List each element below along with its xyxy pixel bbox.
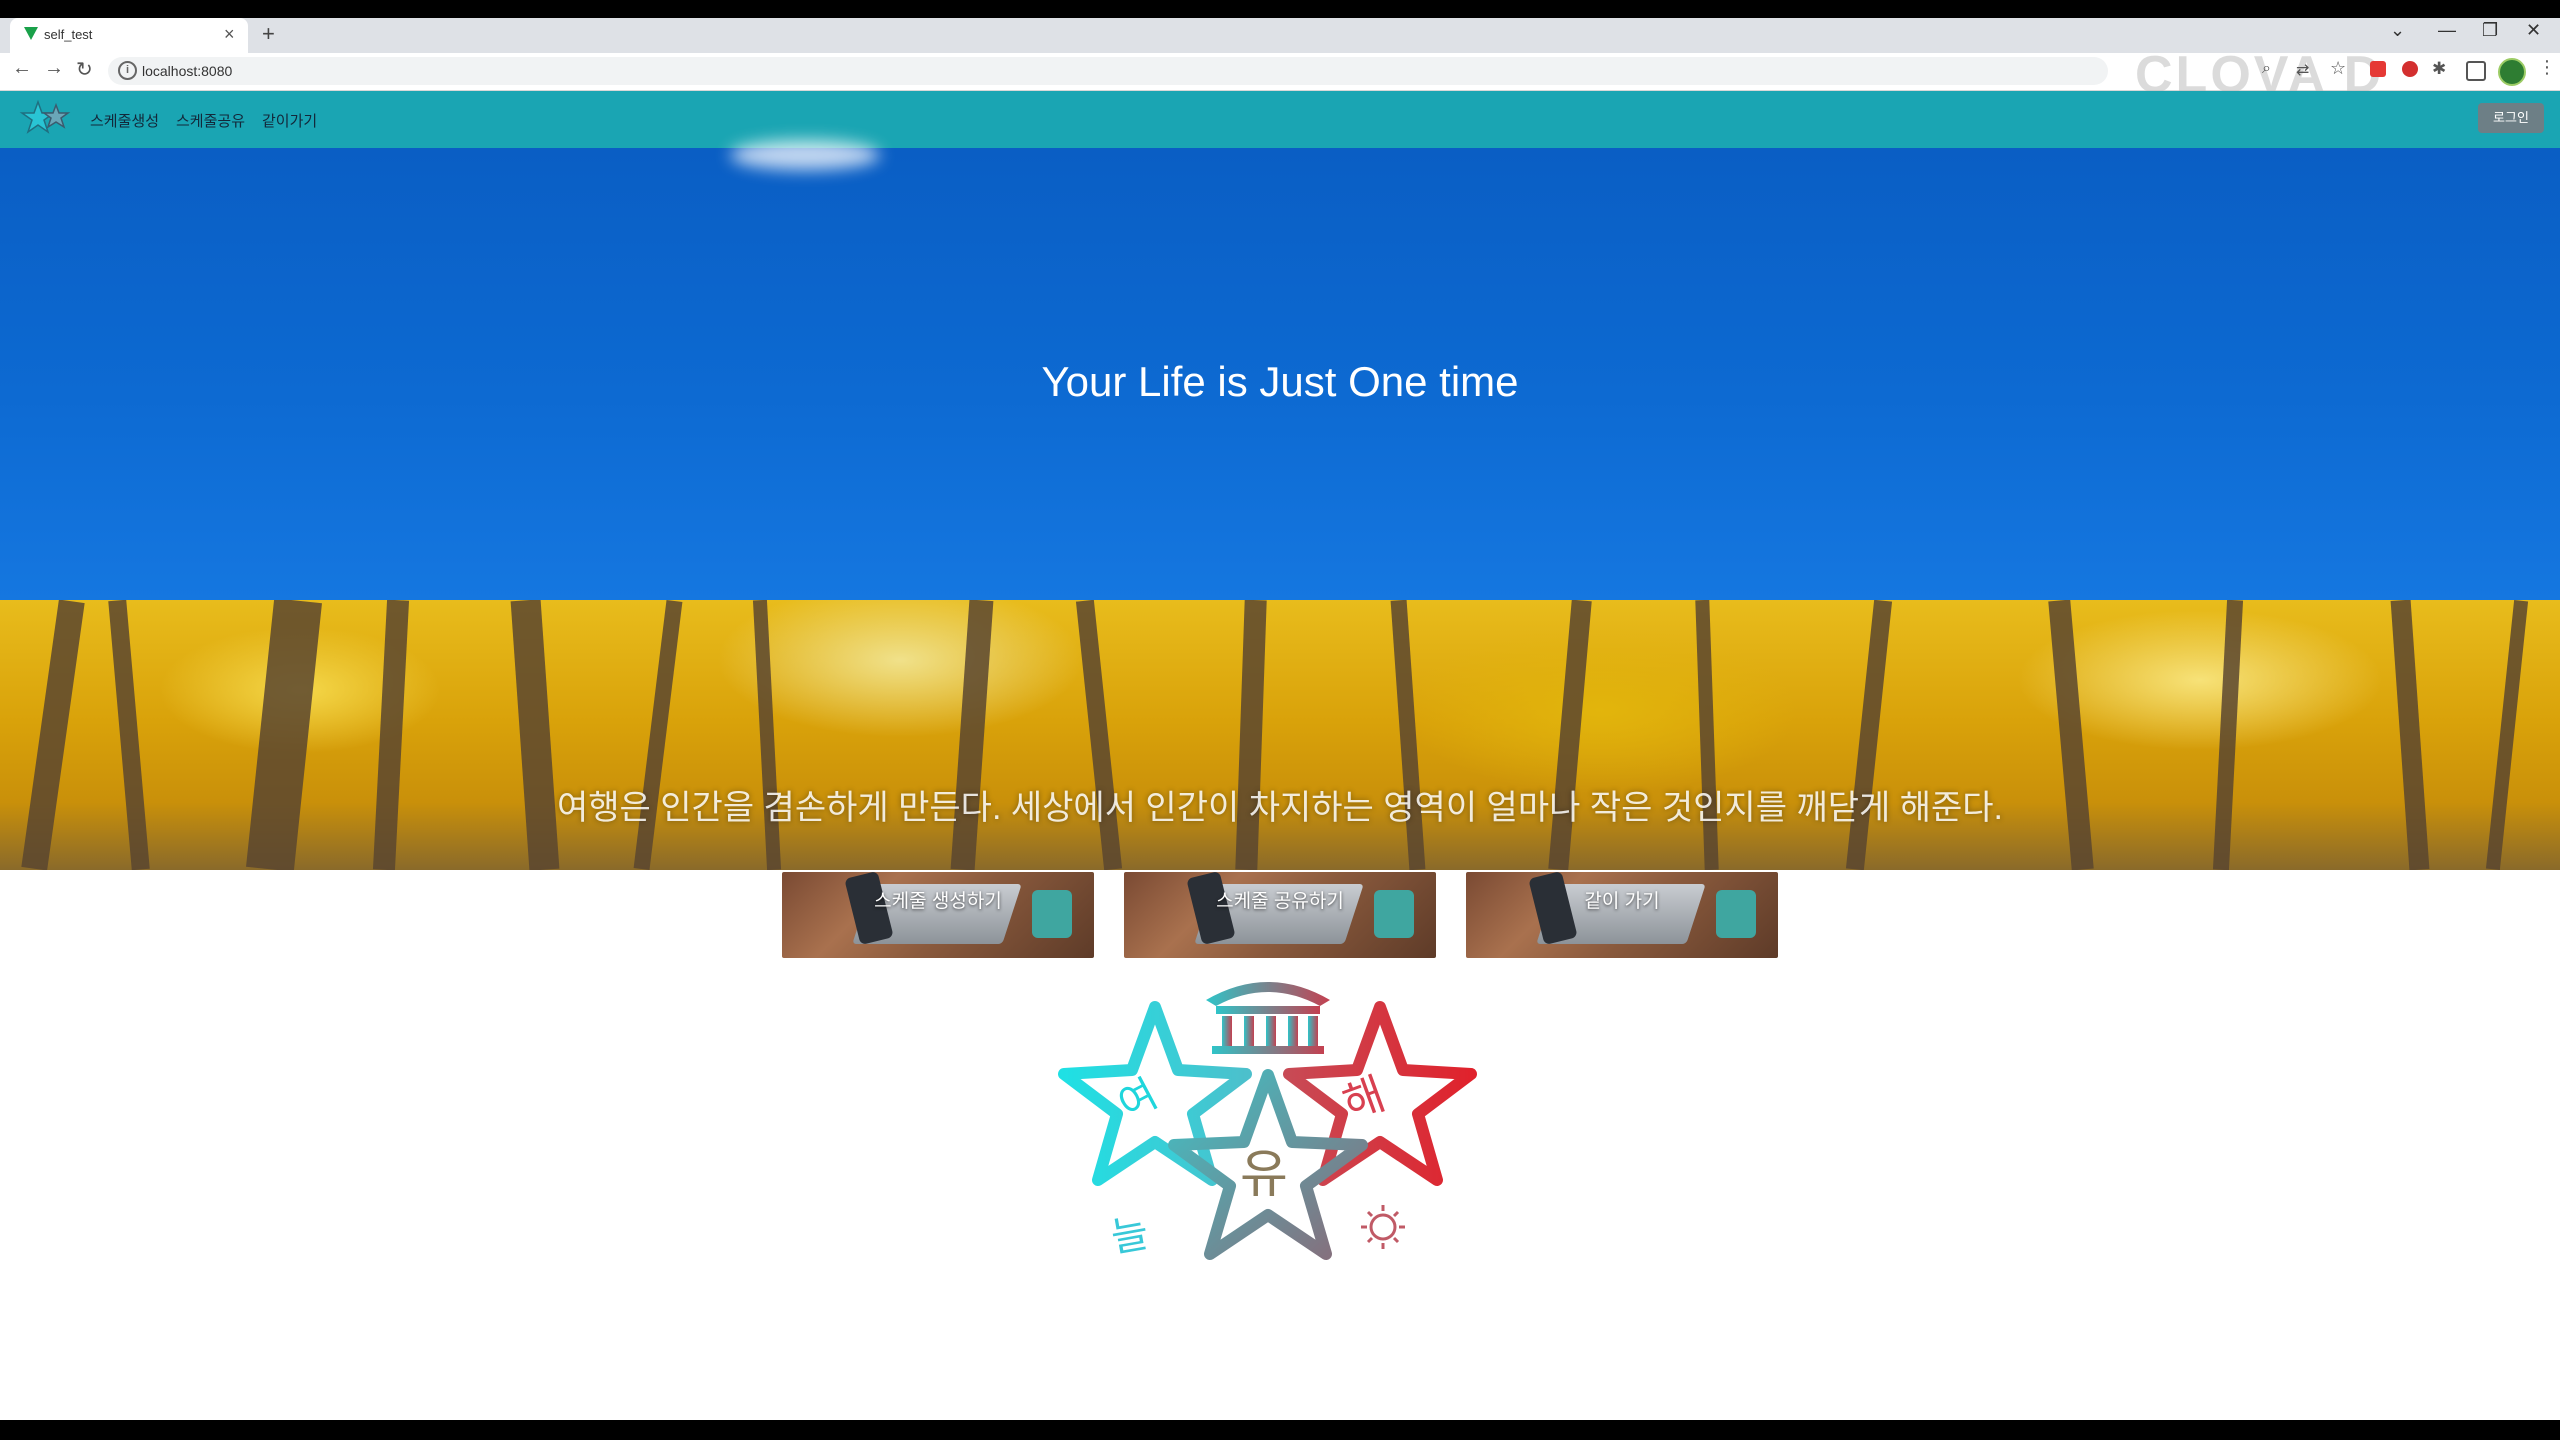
cloud-image xyxy=(730,140,880,170)
sun-icon xyxy=(1361,1205,1405,1249)
browser-tab[interactable]: self_test × xyxy=(10,18,248,53)
close-window-button[interactable]: ✕ xyxy=(2526,20,2541,41)
card-label: 같이 가기 xyxy=(1584,891,1660,912)
back-icon[interactable]: ← xyxy=(12,57,32,80)
tab-title: self_test xyxy=(44,27,93,42)
card-label: 스케줄 공유하기 xyxy=(1216,891,1344,912)
info-icon[interactable]: i xyxy=(118,61,137,80)
menu-dots-icon[interactable]: ⋮ xyxy=(2538,57,2556,78)
card-go-together[interactable]: 같이 가기 xyxy=(1466,872,1778,958)
menu-create-schedule[interactable]: 스케줄생성 xyxy=(90,110,159,131)
profile-avatar[interactable] xyxy=(2498,58,2526,86)
bottom-frame xyxy=(0,1420,2560,1440)
card-create-schedule[interactable]: 스케줄 생성하기 xyxy=(782,872,1094,958)
card-share-schedule[interactable]: 스케줄 공유하기 xyxy=(1124,872,1436,958)
bookmark-star-icon[interactable]: ☆ xyxy=(2330,58,2346,79)
tree-trunks-image xyxy=(21,600,2529,870)
tab-search-icon[interactable]: ⌄ xyxy=(2390,20,2405,41)
vue-favicon-icon xyxy=(24,27,38,40)
login-button[interactable]: 로그인 xyxy=(2478,103,2544,133)
forest-quote: 여행은 인간을 겸손하게 만든다. 세상에서 인간이 차지하는 영역이 얼마나 … xyxy=(556,789,2003,827)
browser-toolbar: ← → ↻ i localhost:8080 CLOVA D ⌕ ⇄ ☆ ✱ ⋮ xyxy=(0,46,2560,104)
translate-icon[interactable]: ⇄ xyxy=(2296,60,2309,80)
extension-icon[interactable] xyxy=(2370,61,2386,77)
site-navbar: 스케줄생성 스케줄공유 같이가기 로그인 xyxy=(0,91,2560,148)
reload-icon[interactable]: ↻ xyxy=(76,57,93,82)
menu-go-together[interactable]: 같이가기 xyxy=(262,110,317,131)
zoom-icon[interactable]: ⌕ xyxy=(2262,60,2271,78)
new-tab-button[interactable]: + xyxy=(262,21,275,47)
logo-char-yu: 유 xyxy=(1240,1145,1288,1205)
url-text[interactable]: localhost:8080 xyxy=(142,63,232,79)
forest-banner: 여행은 인간을 겸손하게 만든다. 세상에서 인간이 차지하는 영역이 얼마나 … xyxy=(0,600,2560,870)
restore-button[interactable]: ❐ xyxy=(2482,20,2498,41)
record-icon[interactable] xyxy=(2402,61,2418,77)
forward-icon[interactable]: → xyxy=(44,57,64,80)
card-label: 스케줄 생성하기 xyxy=(874,891,1002,912)
logo-char-neul: 늘 xyxy=(1108,1210,1152,1262)
tab-close-icon[interactable]: × xyxy=(224,24,235,45)
sidepanel-icon[interactable] xyxy=(2466,61,2486,81)
address-bar[interactable]: i localhost:8080 xyxy=(108,57,2108,85)
stars-logo-image: 여 유 해 늘 xyxy=(1058,982,1477,1262)
site-logo[interactable] xyxy=(18,99,76,139)
hero-title: Your Life is Just One time xyxy=(1041,358,1519,405)
hero-banner: Your Life is Just One time xyxy=(0,140,2560,600)
minimize-button[interactable]: — xyxy=(2438,20,2456,41)
puzzle-icon[interactable]: ✱ xyxy=(2432,59,2446,79)
main-content: 스케줄 생성하기 스케줄 공유하기 같이 가기 여 유 해 늘 xyxy=(0,870,2560,1420)
menu-share-schedule[interactable]: 스케줄공유 xyxy=(176,110,245,131)
